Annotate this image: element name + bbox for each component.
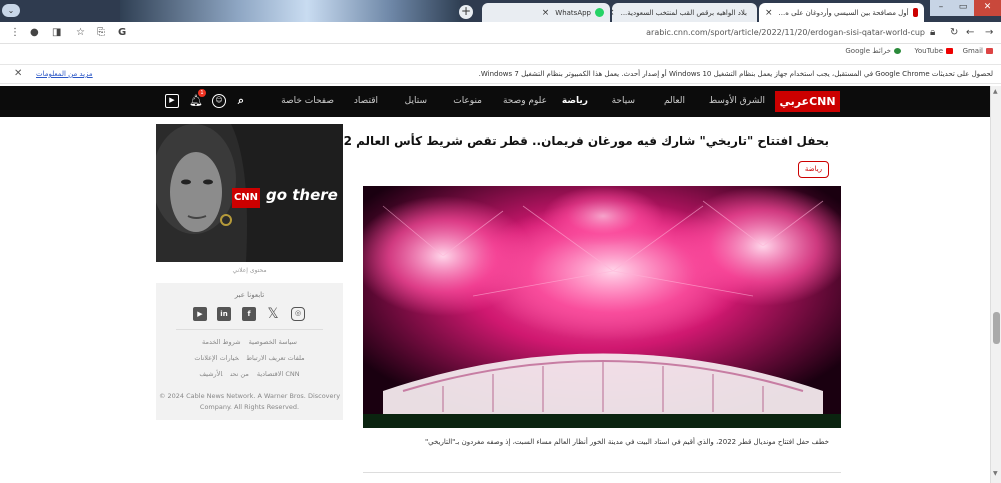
instagram-icon[interactable]: ◎ xyxy=(291,307,305,321)
scroll-down-arrow-icon[interactable]: ▼ xyxy=(993,470,998,477)
article-divider xyxy=(363,472,841,473)
video-play-icon[interactable]: ▶ xyxy=(165,94,179,108)
whatsapp-favicon-icon xyxy=(595,8,604,17)
terms-of-service-link[interactable]: شروط الخدمة xyxy=(202,338,241,346)
menu-icon[interactable]: ⋮ xyxy=(10,27,20,38)
side-panel-icon[interactable]: ◨ xyxy=(52,27,61,38)
close-tab-icon[interactable]: × xyxy=(612,8,615,18)
reload-icon[interactable]: ↻ xyxy=(950,27,958,38)
scroll-up-arrow-icon[interactable]: ▲ xyxy=(993,88,998,95)
ad-choices-link[interactable]: خيارات الإعلانات xyxy=(194,354,238,362)
window-close-button[interactable]: ✕ xyxy=(974,0,1001,16)
nav-item-sport[interactable]: رياضة xyxy=(562,96,588,106)
youtube-icon[interactable]: ▶ xyxy=(193,307,207,321)
cnn-go-there-ad[interactable]: CNN go there xyxy=(156,124,343,262)
close-tab-icon[interactable]: × xyxy=(542,8,550,18)
panel-divider xyxy=(176,329,323,330)
nav-item-travel[interactable]: سياحة xyxy=(612,96,635,106)
tab-title: أول مصافحة بين السيسي وأردوغان على ه... xyxy=(778,8,909,17)
cnn-business-link[interactable]: CNN الاقتصادية xyxy=(257,370,300,378)
page-scrollbar[interactable]: ▲ ▼ xyxy=(990,86,1001,483)
titlebar-glow xyxy=(120,0,460,22)
photo-caption: خطف حفل افتتاح مونديال قطر 2022، والذي أ… xyxy=(424,438,829,446)
tab-cnn-active[interactable]: أول مصافحة بين السيسي وأردوغان على ه... … xyxy=(759,3,924,22)
follow-us-panel: تابعونا عبر ▶ in f 𝕏 ◎ سياسة الخصوصية شرو… xyxy=(156,283,343,420)
nav-item-science-health[interactable]: علوم وصحة xyxy=(503,96,547,106)
article-photo-stadium-fireworks[interactable] xyxy=(363,186,841,428)
category-tag-button[interactable]: رياضة xyxy=(798,161,829,178)
tab-cnn-2[interactable]: بلاد الواهيه برقص القب لمنتخب السعودية..… xyxy=(612,3,757,22)
cookies-link[interactable]: ملفات تعريف الارتباط xyxy=(247,354,305,362)
cnn-arabic-logo[interactable]: CNNعربي xyxy=(775,91,840,112)
scrollbar-thumb[interactable] xyxy=(993,312,1000,344)
nav-item-world[interactable]: العالم xyxy=(664,96,685,106)
bookmarks-bar: Gmail YouTube خرائط Google xyxy=(0,44,1001,60)
translate-icon[interactable]: ⎘ xyxy=(97,27,105,38)
infobar-message: لحصول على تحديثات Google Chrome في المست… xyxy=(478,70,993,78)
follow-us-title: تابعونا عبر xyxy=(234,291,265,299)
ad-slogan: go there xyxy=(266,186,338,204)
browser-tab-strip: ⌄ + WhatsApp × بلاد الواهيه برقص القب لم… xyxy=(0,0,1001,22)
tab-whatsapp[interactable]: WhatsApp × xyxy=(482,3,610,22)
forward-icon[interactable]: ← xyxy=(966,27,974,38)
links-row-3: CNN الاقتصادية من نحن الأرشيف xyxy=(156,370,343,378)
chrome-update-infobar: ✕ مزيد من المعلومات لحصول على تحديثات Go… xyxy=(0,64,1001,84)
bookmark-google-maps[interactable]: خرائط Google xyxy=(845,47,901,55)
bookmark-star-icon[interactable]: ☆ xyxy=(76,27,85,38)
facebook-icon[interactable]: f xyxy=(242,307,256,321)
tab-search-button[interactable]: ⌄ xyxy=(2,4,20,17)
account-icon[interactable]: ☺ xyxy=(212,94,226,108)
notification-count-badge: 1 xyxy=(198,89,206,97)
close-tab-icon[interactable]: × xyxy=(765,8,773,18)
site-info-icon[interactable]: 🔒︎ xyxy=(930,27,935,38)
bookmark-youtube[interactable]: YouTube xyxy=(915,47,953,55)
copyright-text: © 2024 Cable News Network. A Warner Bros… xyxy=(158,392,341,411)
google-lens-icon[interactable]: G xyxy=(118,27,126,38)
gmail-icon xyxy=(986,48,993,54)
tab-title: بلاد الواهيه برقص القب لمنتخب السعودية..… xyxy=(620,8,747,17)
linkedin-icon[interactable]: in xyxy=(217,307,231,321)
nav-item-business[interactable]: اقتصاد xyxy=(354,96,378,106)
address-bar-row: ⋮ ● ◨ ☆ ⎘ G arabic.cnn.com/sport/article… xyxy=(0,22,1001,44)
article-headline[interactable]: بحفل افتتاح "تاريخي" شارك فيه مورغان فري… xyxy=(319,134,829,148)
fireworks-illustration xyxy=(363,186,841,428)
youtube-icon xyxy=(946,48,953,54)
close-infobar-icon[interactable]: ✕ xyxy=(14,68,22,79)
links-row-1: سياسة الخصوصية شروط الخدمة xyxy=(156,338,343,346)
search-icon[interactable]: ⌕ xyxy=(234,94,248,108)
url-field[interactable]: arabic.cnn.com/sport/article/2022/11/20/… xyxy=(560,28,925,37)
nav-item-style[interactable]: ستايل xyxy=(405,96,427,106)
nav-item-middle-east[interactable]: الشرق الأوسط xyxy=(709,96,765,106)
bookmark-gmail[interactable]: Gmail xyxy=(963,47,993,55)
minimize-button[interactable]: – xyxy=(930,0,952,16)
maximize-button[interactable]: ▭ xyxy=(952,0,974,16)
back-icon[interactable]: → xyxy=(985,27,993,38)
cnn-favicon-icon xyxy=(912,8,918,17)
right-sidebar: CNN go there محتوى إعلاني تابعونا عبر ▶ … xyxy=(156,124,343,420)
ad-cnn-logo: CNN xyxy=(232,188,260,208)
x-icon[interactable]: 𝕏 xyxy=(266,307,280,321)
links-row-2: ملفات تعريف الارتباط خيارات الإعلانات xyxy=(156,354,343,362)
new-tab-button[interactable]: + xyxy=(459,5,473,19)
nav-item-special-pages[interactable]: صفحات خاصة xyxy=(281,96,334,106)
profile-icon[interactable]: ● xyxy=(30,27,39,38)
nav-item-variety[interactable]: منوعات xyxy=(453,96,482,106)
about-us-link[interactable]: من نحن xyxy=(230,370,248,378)
article-container: بحفل افتتاح "تاريخي" شارك فيه مورغان فري… xyxy=(319,117,841,483)
cnn-navigation-bar: CNNعربي الشرق الأوسط العالم سياحة رياضة … xyxy=(0,86,990,117)
more-info-link[interactable]: مزيد من المعلومات xyxy=(36,70,93,78)
maps-icon xyxy=(894,48,901,54)
ad-label: محتوى إعلاني xyxy=(232,267,267,274)
archive-link[interactable]: الأرشيف xyxy=(199,370,222,378)
privacy-policy-link[interactable]: سياسة الخصوصية xyxy=(249,338,297,346)
tab-title: WhatsApp xyxy=(555,8,591,17)
